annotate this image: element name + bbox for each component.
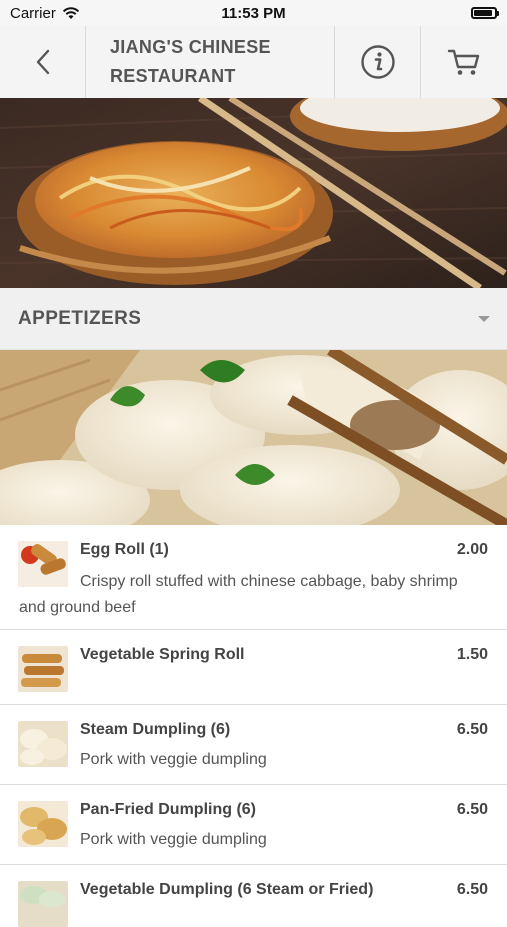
item-thumbnail bbox=[18, 881, 68, 927]
item-price: 1.50 bbox=[456, 646, 488, 663]
carrier-label: Carrier bbox=[10, 4, 56, 22]
cart-icon bbox=[447, 49, 480, 75]
caret-down-icon bbox=[478, 315, 490, 322]
battery-icon bbox=[471, 7, 499, 19]
menu-item-egg-roll[interactable]: Egg Roll (1) 2.00 Crispy roll stuffed wi… bbox=[0, 525, 507, 630]
menu-item-pan-fried-dumpling[interactable]: Pan-Fried Dumpling (6) 6.50 Pork with ve… bbox=[0, 785, 507, 865]
section-banner-image bbox=[0, 350, 507, 525]
info-button[interactable] bbox=[335, 26, 421, 98]
section-label: APPETIZERS bbox=[18, 307, 142, 329]
wifi-icon bbox=[62, 6, 79, 19]
item-description: Pork with veggie dumpling bbox=[80, 751, 267, 768]
menu-item-vegetable-dumpling[interactable]: Vegetable Dumpling (6 Steam or Fried) 6.… bbox=[0, 865, 507, 927]
item-name: Vegetable Dumpling (6 Steam or Fried) bbox=[80, 881, 374, 898]
item-thumbnail bbox=[18, 801, 68, 847]
menu-item-steam-dumpling[interactable]: Steam Dumpling (6) 6.50 Pork with veggie… bbox=[0, 705, 507, 785]
title-line-1: JIANG'S CHINESE bbox=[110, 37, 271, 57]
item-thumbnail bbox=[18, 721, 68, 767]
back-button[interactable] bbox=[0, 26, 86, 98]
item-name: Vegetable Spring Roll bbox=[80, 646, 245, 663]
title-line-2: RESTAURANT bbox=[110, 66, 236, 86]
chevron-left-icon bbox=[36, 49, 49, 75]
item-name: Egg Roll (1) bbox=[80, 541, 169, 558]
restaurant-title: JIANG'S CHINESE RESTAURANT bbox=[86, 26, 335, 98]
info-icon bbox=[360, 45, 395, 79]
item-name: Pan-Fried Dumpling (6) bbox=[80, 801, 256, 818]
item-description: Pork with veggie dumpling bbox=[80, 831, 267, 848]
hero-image bbox=[0, 98, 507, 288]
item-price: 6.50 bbox=[456, 801, 488, 818]
header-bar: JIANG'S CHINESE RESTAURANT bbox=[0, 26, 507, 99]
item-name: Steam Dumpling (6) bbox=[80, 721, 231, 738]
status-bar: Carrier 11:53 PM bbox=[0, 0, 507, 26]
cart-button[interactable] bbox=[421, 26, 507, 98]
item-description: Crispy roll stuffed with chinese cabbage… bbox=[19, 573, 458, 616]
menu-item-vegetable-spring-roll[interactable]: Vegetable Spring Roll 1.50 bbox=[0, 630, 507, 705]
section-header-appetizers[interactable]: APPETIZERS bbox=[0, 288, 507, 350]
item-price: 6.50 bbox=[456, 881, 488, 898]
item-thumbnail bbox=[18, 646, 68, 692]
item-price: 2.00 bbox=[456, 541, 488, 558]
item-price: 6.50 bbox=[456, 721, 488, 738]
menu-list: Egg Roll (1) 2.00 Crispy roll stuffed wi… bbox=[0, 525, 507, 927]
